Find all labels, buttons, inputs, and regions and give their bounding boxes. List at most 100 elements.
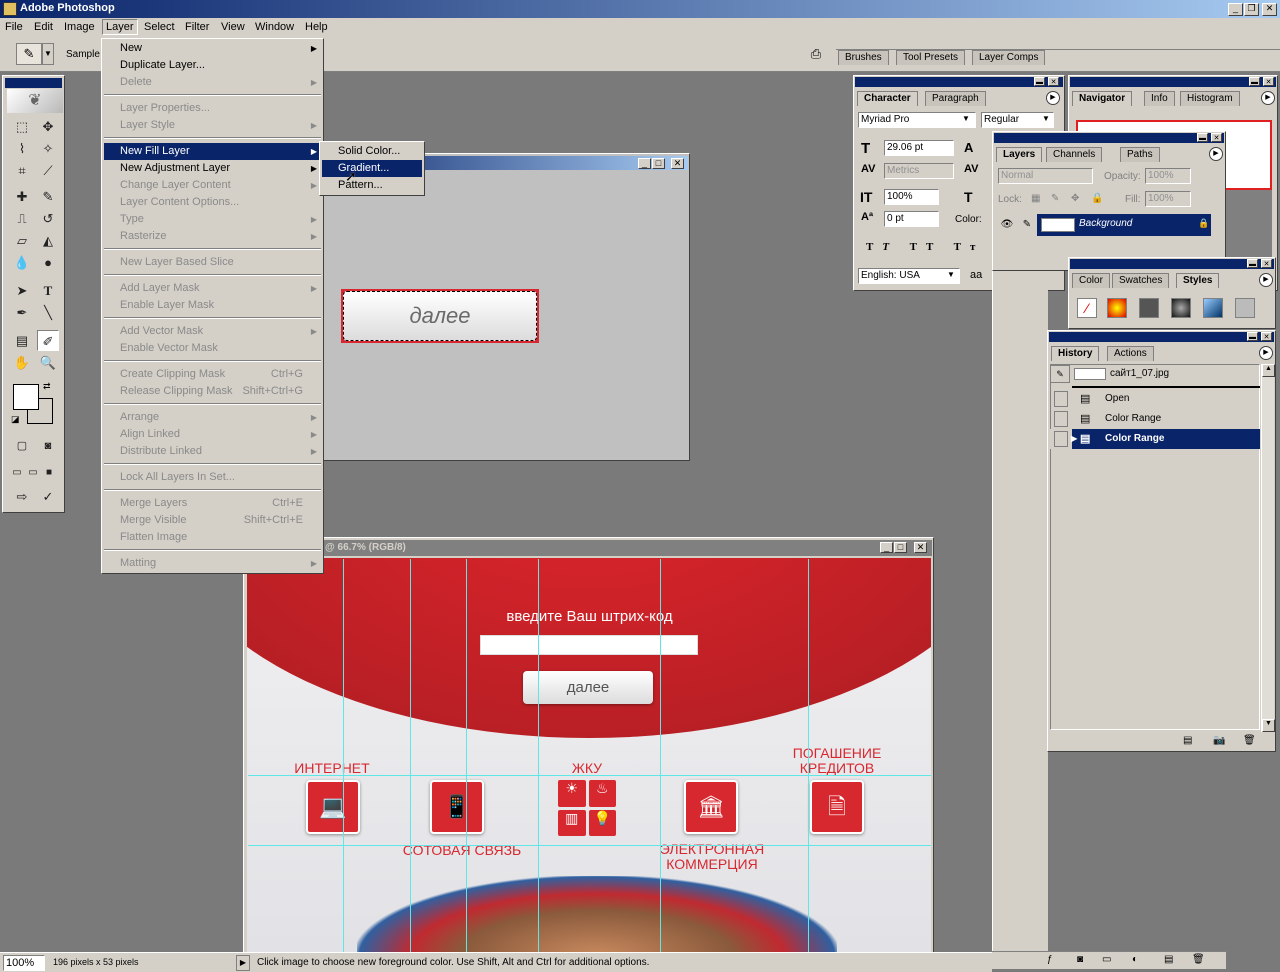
tab-paths[interactable]: Paths [1120,147,1160,162]
tab-actions[interactable]: Actions [1107,346,1154,361]
menu-item-new-fill-layer[interactable]: New Fill Layer ▶ [104,143,321,160]
standard-mode-icon[interactable]: ▢ [11,436,33,457]
history-brush-source-icon[interactable]: ✎ [1050,365,1070,383]
main-doc-close-icon[interactable]: ✕ [914,542,927,553]
zhku-service-icon[interactable]: ☀ ♨ ▥ 💡 [558,780,616,836]
baseline-shift-field[interactable]: 0 pt [884,211,939,227]
menu-item-flatten-image[interactable]: Flatten Image [104,529,321,546]
menu-item-align-linked[interactable]: Align Linked ▶ [104,426,321,443]
history-panel-menu-icon[interactable]: ▶ [1259,346,1273,360]
blend-mode-dropdown[interactable]: Normal [998,168,1093,184]
pen-tool-icon[interactable]: ✒ [11,302,33,323]
menu-item-type[interactable]: Type ▶ [104,211,321,228]
history-state-checkbox[interactable] [1054,431,1068,447]
menu-item-new[interactable]: New ▶ [104,40,321,57]
history-brush-icon[interactable]: ↺ [37,208,59,229]
submenu-pattern[interactable]: Pattern... [322,177,422,194]
tab-swatches[interactable]: Swatches [1112,273,1170,288]
lock-image-icon[interactable]: ✎ [1051,193,1059,204]
blur-tool-icon[interactable]: 💧 [11,252,33,273]
menu-item-add-vector-mask[interactable]: Add Vector Mask ▶ [104,323,321,340]
eyedropper-preset-icon[interactable]: ✎ [16,43,42,65]
close-icon[interactable]: ✕ [1262,3,1277,16]
nav-panel-minimize-icon[interactable]: ▬ [1249,77,1260,86]
mobile-service-icon[interactable]: 📱 [430,780,484,834]
well-tab-tool-presets[interactable]: Tool Presets [896,50,966,65]
history-panel-close-icon[interactable]: ✕ [1261,332,1272,341]
opacity-field[interactable]: 100% [1145,168,1191,184]
styles-panel-menu-icon[interactable]: ▶ [1259,273,1273,287]
submenu-solid-color[interactable]: Solid Color... [322,143,422,160]
menu-item-distribute-linked[interactable]: Distribute Linked ▶ [104,443,321,460]
nav-panel-close-icon[interactable]: ✕ [1263,77,1274,86]
history-state-checkbox[interactable] [1054,411,1068,427]
restore-icon[interactable]: ❐ [1244,3,1259,16]
menu-window[interactable]: Window [255,21,294,33]
crop-tool-icon[interactable]: ⌗ [11,160,33,181]
styles-panel-close-icon[interactable]: ✕ [1261,259,1272,268]
menu-item-change-layer-content[interactable]: Change Layer Content ▶ [104,177,321,194]
move-tool-icon[interactable]: ✥ [37,116,59,137]
default-colors-icon[interactable]: ◪ [11,414,20,425]
menu-item-new-layer-based-slice[interactable]: New Layer Based Slice [104,254,321,271]
eyedropper-tool-icon[interactable]: ✐ [37,330,59,351]
style-blue-swatch[interactable] [1203,298,1223,318]
tab-paragraph[interactable]: Paragraph [925,91,986,106]
tab-channels[interactable]: Channels [1046,147,1103,162]
path-select-icon[interactable]: ➤ [11,280,33,301]
font-family-field[interactable]: Myriad Pro [858,112,976,128]
brush-tool-icon[interactable]: ✎ [37,186,59,207]
history-state-color-range[interactable]: ▤ Color Range [1050,409,1260,429]
marquee-tool-icon[interactable]: ⬚ [11,116,33,137]
layers-panel-minimize-icon[interactable]: ▬ [1197,133,1208,142]
menu-image[interactable]: Image [64,21,95,33]
ecommerce-service-icon[interactable]: 🏛 [684,780,738,834]
layer-row-background[interactable]: 👁 ✎ Background 🔒 [997,214,1211,236]
menu-item-duplicate-layer[interactable]: Duplicate Layer... [104,57,321,74]
type-tool-icon[interactable]: T [37,280,59,301]
menu-item-merge-visible[interactable]: Merge Visible Shift+Ctrl+E [104,512,321,529]
healing-brush-icon[interactable]: ✚ [11,186,33,207]
tab-styles[interactable]: Styles [1176,273,1220,288]
history-state-color-range-current[interactable]: ▶ ▤ Color Range [1050,429,1260,449]
menu-item-matting[interactable]: Matting ▶ [104,555,321,572]
menu-item-new-adjustment-layer[interactable]: New Adjustment Layer ▶ [104,160,321,177]
menu-edit[interactable]: Edit [34,21,53,33]
lock-position-icon[interactable]: ✥ [1071,193,1079,204]
menu-item-layer-properties[interactable]: Layer Properties... [104,100,321,117]
tab-histogram[interactable]: Histogram [1180,91,1240,106]
dodge-tool-icon[interactable]: ● [37,252,59,273]
menu-layer[interactable]: Layer [102,19,138,35]
menu-view[interactable]: View [221,21,245,33]
small-doc-maximize-icon[interactable]: □ [652,158,665,169]
menu-item-release-clipping-mask[interactable]: Release Clipping Mask Shift+Ctrl+G [104,383,321,400]
next-button[interactable]: далее [523,671,653,704]
zoom-field[interactable]: 100% [3,955,45,971]
tab-info[interactable]: Info [1144,91,1175,106]
menu-item-lock-all-layers[interactable]: Lock All Layers In Set... [104,469,321,486]
line-tool-icon[interactable]: ╲ [37,302,59,323]
language-dropdown-icon[interactable]: ▼ [947,270,955,279]
credit-service-icon[interactable]: 🗎 [810,780,864,834]
style-fire-swatch[interactable] [1107,298,1127,318]
clone-stamp-icon[interactable]: ⎍ [11,208,33,229]
layer-set-icon[interactable]: ▭ [1102,954,1111,965]
jump-to-imageready-icon[interactable]: ⇨ [11,486,33,507]
main-doc-maximize-icon[interactable]: □ [894,542,907,553]
history-delete-icon[interactable]: 🗑 [1243,735,1256,746]
barcode-input[interactable] [480,635,698,655]
tab-layers[interactable]: Layers [996,147,1043,162]
fill-field[interactable]: 100% [1145,191,1191,207]
history-new-document-icon[interactable]: ▤ [1183,735,1192,746]
palette-options-icon[interactable]: ⎙ [806,46,826,64]
magic-wand-icon[interactable]: ✧ [37,138,59,159]
menu-item-layer-style[interactable]: Layer Style ▶ [104,117,321,134]
menu-item-enable-layer-mask[interactable]: Enable Layer Mask [104,297,321,314]
style-dark-swatch[interactable] [1171,298,1191,318]
small-doc-canvas[interactable]: далее [341,289,539,343]
history-panel-minimize-icon[interactable]: ▬ [1247,332,1258,341]
swap-colors-icon[interactable]: ⇄ [43,381,51,392]
font-size-field[interactable]: 29.06 pt [884,140,954,156]
menu-item-layer-content-options[interactable]: Layer Content Options... [104,194,321,211]
small-doc-minimize-icon[interactable]: _ [638,158,651,169]
